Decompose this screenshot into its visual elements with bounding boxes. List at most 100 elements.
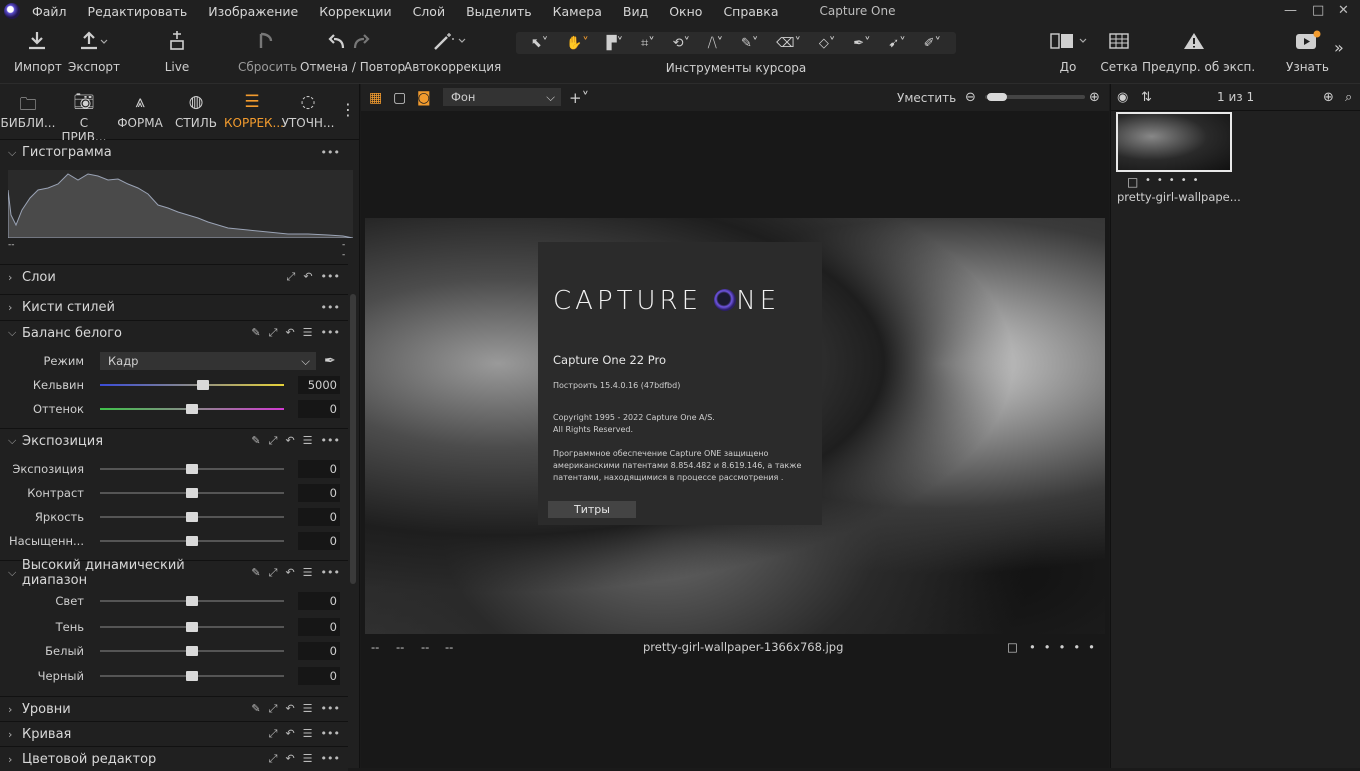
more-icon[interactable]: ••• <box>321 752 340 766</box>
undo-redo-button[interactable]: Отмена / Повтор <box>300 26 405 74</box>
curve-header[interactable]: › Кривая ⤢ ↶ ☰ ••• <box>0 721 348 746</box>
thumbnail-image[interactable] <box>1116 112 1232 172</box>
slider-knob[interactable] <box>186 536 198 546</box>
picker-icon[interactable]: ✎ <box>251 326 260 340</box>
tab-lens[interactable]: ⩓ ФОРМА <box>112 84 168 139</box>
zoom-in-icon[interactable]: ⊕ <box>1089 90 1100 105</box>
multi-view-icon[interactable]: ▦ <box>369 90 382 106</box>
fit-label[interactable]: Уместить <box>897 91 956 105</box>
proof-view-icon[interactable]: ◙ <box>417 90 431 106</box>
menu-view[interactable]: Вид <box>623 4 648 19</box>
menu-icon[interactable]: ☰ <box>303 702 313 716</box>
expand-icon[interactable]: ⤢ <box>269 434 278 448</box>
import-button[interactable]: Импорт <box>14 26 62 74</box>
expand-icon[interactable]: ⤢ <box>269 326 278 340</box>
more-toolbar-icon[interactable]: » <box>1334 38 1344 57</box>
more-icon[interactable]: ••• <box>321 301 340 314</box>
minimize-button[interactable]: — <box>1284 3 1297 18</box>
rotate-icon[interactable]: ⟲˅ <box>673 36 690 51</box>
histogram-header[interactable]: ⌵ Гистограмма ••• <box>0 140 348 165</box>
reset-button[interactable]: Сбросить <box>238 26 297 74</box>
white-value[interactable]: 0 <box>298 642 340 660</box>
search-icon[interactable]: ⌕ <box>1345 90 1352 105</box>
eraser-icon[interactable]: ⌫˅ <box>776 36 801 51</box>
zoom-browser-icon[interactable]: ⊕ <box>1323 90 1334 105</box>
single-view-icon[interactable]: ▢ <box>393 90 406 106</box>
crop-icon[interactable]: ⌗˅ <box>641 36 655 51</box>
reset-icon[interactable]: ↶ <box>285 752 294 766</box>
kelvin-slider-knob[interactable] <box>197 380 209 390</box>
more-icon[interactable]: ••• <box>321 702 340 716</box>
menu-adjustments[interactable]: Коррекции <box>319 4 391 19</box>
expand-icon[interactable]: ⤢ <box>269 566 278 580</box>
hdr-header[interactable]: ⌵ Высокий динамический диапазон ✎ ⤢ ↶ ☰ ••• <box>0 558 348 588</box>
expand-icon[interactable]: ⤢ <box>269 752 278 766</box>
highlight-value[interactable]: 0 <box>298 592 340 610</box>
close-button[interactable]: ✕ <box>1338 3 1349 18</box>
slider-knob[interactable] <box>186 622 198 632</box>
menu-file[interactable]: Файл <box>32 4 67 19</box>
background-select[interactable]: Фон ⌵ <box>443 88 561 106</box>
tint-value[interactable]: 0 <box>298 400 340 418</box>
black-value[interactable]: 0 <box>298 667 340 685</box>
before-button[interactable]: До <box>1044 26 1092 74</box>
autocorrect-button[interactable]: Автокоррекция <box>404 26 501 74</box>
annotate-icon[interactable]: ➹˅ <box>888 36 905 51</box>
brightness-value[interactable]: 0 <box>298 508 340 526</box>
zoom-out-icon[interactable]: ⊖ <box>965 90 976 105</box>
exposure-value[interactable]: 0 <box>298 460 340 478</box>
eye-icon[interactable]: ◉ <box>1117 90 1128 105</box>
menu-layer[interactable]: Слой <box>413 4 446 19</box>
expand-icon[interactable]: ⤢ <box>269 702 278 716</box>
exposure-header[interactable]: ⌵ Экспозиция ✎ ⤢ ↶ ☰ ••• <box>0 428 348 453</box>
menu-icon[interactable]: ☰ <box>303 752 313 766</box>
more-icon[interactable]: ••• <box>321 270 340 284</box>
menu-icon[interactable]: ☰ <box>303 727 313 741</box>
style-brushes-header[interactable]: › Кисти стилей ••• <box>0 294 348 319</box>
tab-style[interactable]: ◍ СТИЛЬ <box>168 84 224 139</box>
menu-icon[interactable]: ☰ <box>303 566 313 580</box>
expand-icon[interactable]: ⤢ <box>269 727 278 741</box>
sort-icon[interactable]: ⇅ <box>1141 90 1152 105</box>
menu-edit[interactable]: Редактировать <box>88 4 188 19</box>
more-icon[interactable]: ••• <box>321 326 340 340</box>
slider-knob[interactable] <box>186 512 198 522</box>
pan-hand-icon[interactable]: ✋˅ <box>566 36 589 51</box>
reset-icon[interactable]: ↶ <box>285 566 294 580</box>
brush-icon[interactable]: ✎˅ <box>741 36 758 51</box>
menu-camera[interactable]: Камера <box>553 4 602 19</box>
menu-icon[interactable]: ☰ <box>303 434 313 448</box>
select-checkbox[interactable]: □ <box>1007 640 1018 654</box>
tint-slider-knob[interactable] <box>186 404 198 414</box>
add-icon[interactable]: +˅ <box>569 89 589 107</box>
reset-icon[interactable]: ↶ <box>285 702 294 716</box>
color-editor-header[interactable]: › Цветовой редактор ⤢ ↶ ☰ ••• <box>0 746 348 771</box>
select-cursor-icon[interactable]: ⬉˅ <box>531 36 548 51</box>
wb-mode-select[interactable]: Кадр ⌵ <box>100 352 316 370</box>
slider-knob[interactable] <box>186 671 198 681</box>
tab-library[interactable]: 🗀 БИБЛИ... <box>0 84 56 139</box>
menu-help[interactable]: Справка <box>723 4 778 19</box>
tab-adjustments[interactable]: ☰ КОРРЕК... <box>224 84 284 139</box>
saturation-value[interactable]: 0 <box>298 532 340 550</box>
slider-knob[interactable] <box>186 596 198 606</box>
reset-icon[interactable]: ↶ <box>285 434 294 448</box>
kelvin-value[interactable]: 5000 <box>298 376 340 394</box>
pen-icon[interactable]: ✐˅ <box>924 36 941 51</box>
zoom-slider-knob[interactable] <box>987 93 1007 101</box>
eyedropper-icon[interactable]: ✒ <box>324 353 336 369</box>
maximize-button[interactable]: □ <box>1312 3 1324 18</box>
gradient-icon[interactable]: ◇˅ <box>819 36 836 51</box>
learn-button[interactable]: Узнать <box>1286 26 1329 74</box>
live-button[interactable]: Live <box>160 26 194 74</box>
slider-knob[interactable] <box>186 488 198 498</box>
reset-icon[interactable]: ↶ <box>285 326 294 340</box>
shadow-value[interactable]: 0 <box>298 618 340 636</box>
menu-window[interactable]: Окно <box>669 4 702 19</box>
more-icon[interactable]: ••• <box>321 727 340 741</box>
rating-stars[interactable]: ••••• <box>1029 640 1103 654</box>
levels-header[interactable]: › Уровни ✎ ⤢ ↶ ☰ ••• <box>0 696 348 721</box>
tools-scrollbar[interactable] <box>350 294 356 584</box>
more-icon[interactable]: ••• <box>321 146 340 159</box>
menu-image[interactable]: Изображение <box>208 4 298 19</box>
